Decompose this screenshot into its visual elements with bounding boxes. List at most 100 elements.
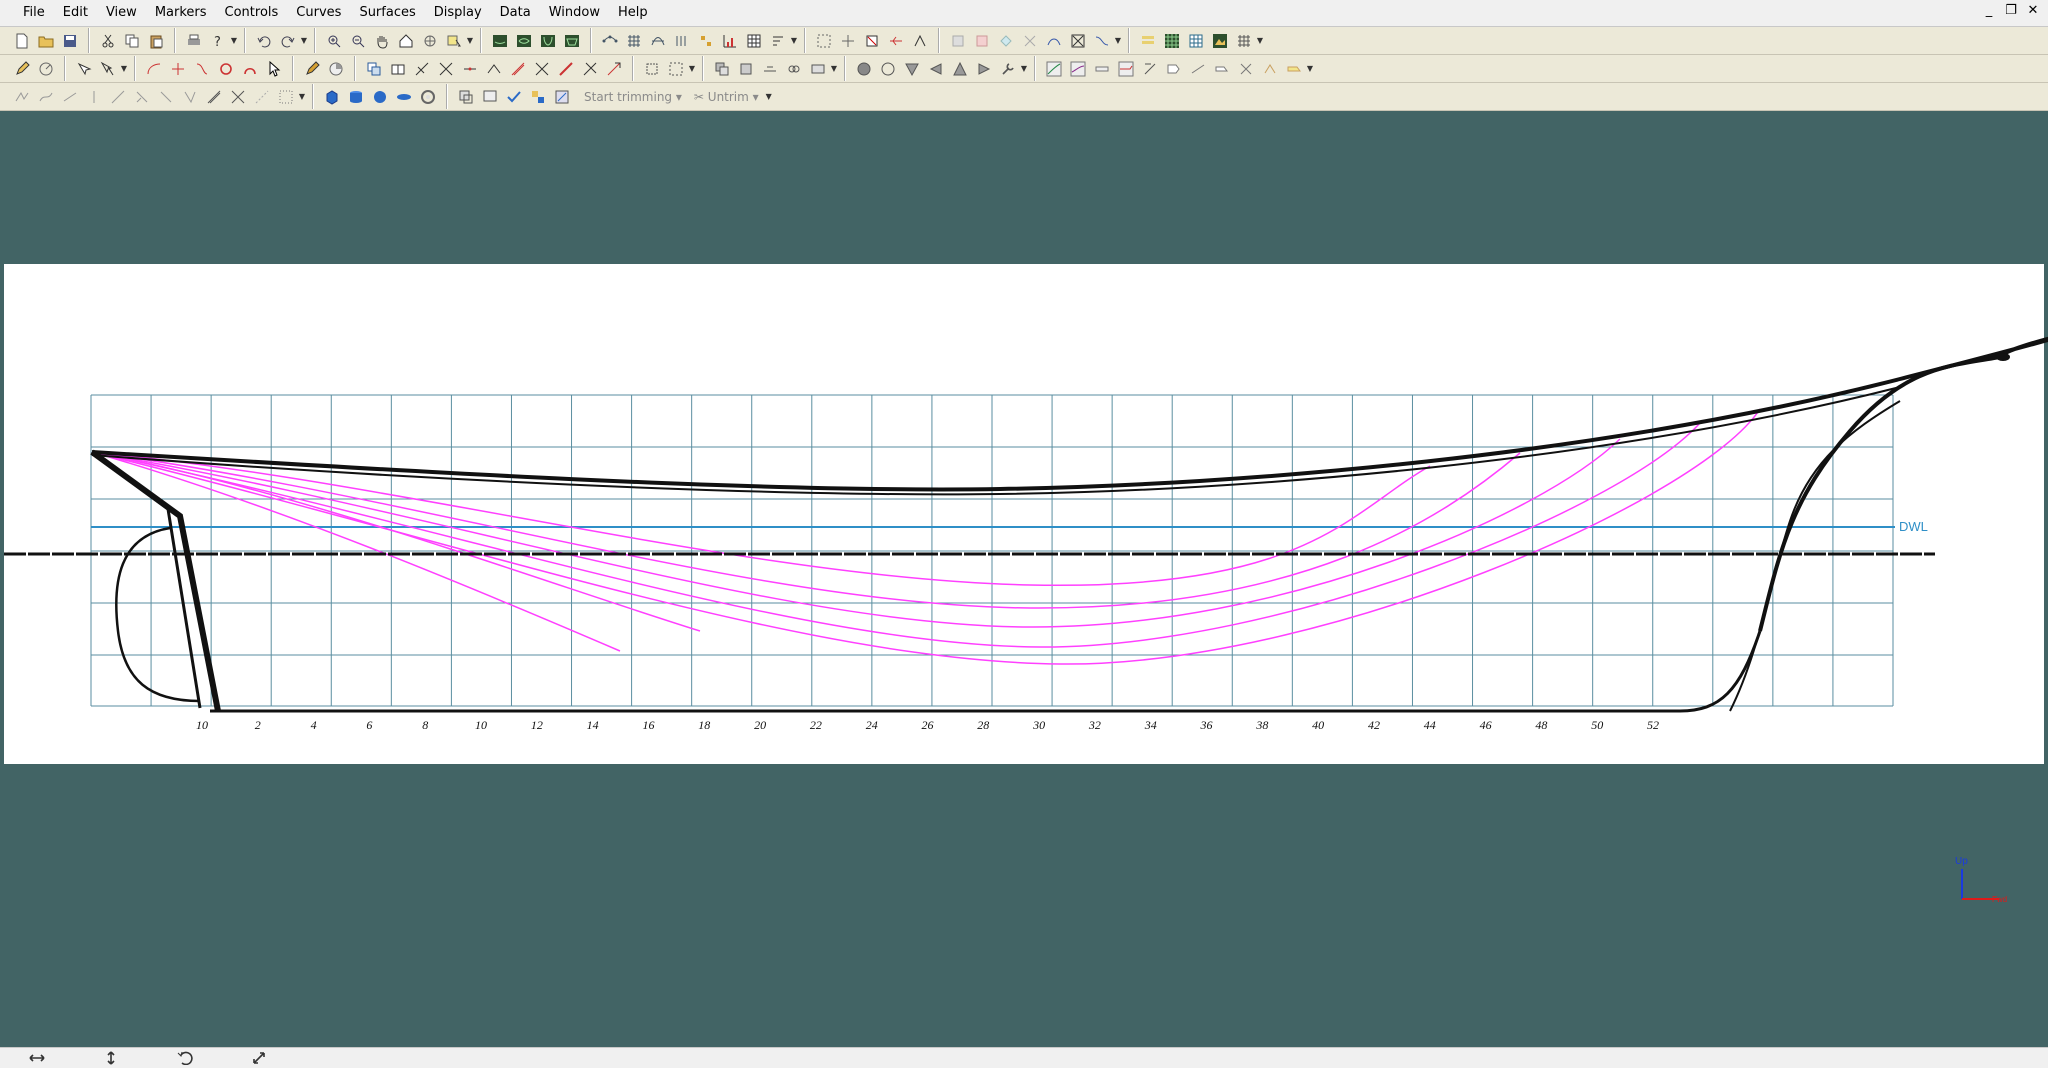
menu-window[interactable]: Window	[540, 2, 609, 24]
check-icon[interactable]	[504, 87, 524, 107]
pie-icon[interactable]	[326, 59, 346, 79]
duplicate-icon[interactable]	[364, 59, 384, 79]
bend-control-icon[interactable]	[910, 31, 930, 51]
hull-tool-9-icon[interactable]	[1236, 59, 1256, 79]
offset-icon[interactable]	[508, 59, 528, 79]
ball-icon[interactable]	[370, 87, 390, 107]
zoom-in-icon[interactable]	[324, 31, 344, 51]
scale-icon[interactable]	[666, 59, 686, 79]
arc-icon[interactable]	[240, 59, 260, 79]
perspective-view-icon[interactable]	[562, 31, 582, 51]
hull-tool-2-icon[interactable]	[1068, 59, 1088, 79]
mirror-icon[interactable]	[388, 59, 408, 79]
line-tool-10-icon[interactable]	[228, 87, 248, 107]
reverse-icon[interactable]	[604, 59, 624, 79]
menu-data[interactable]: Data	[491, 2, 540, 24]
curve-tool-3-icon[interactable]	[192, 59, 212, 79]
select-arrow-icon[interactable]	[74, 59, 94, 79]
sphere-icon[interactable]	[854, 59, 874, 79]
rotate-icon[interactable]	[170, 1049, 200, 1067]
menu-edit[interactable]: Edit	[54, 2, 97, 24]
show-curves-icon[interactable]	[648, 31, 668, 51]
trim-tool-3-icon[interactable]	[528, 87, 548, 107]
draw-pen-icon[interactable]	[302, 59, 322, 79]
body-view-icon[interactable]	[538, 31, 558, 51]
cylinder-icon[interactable]	[346, 87, 366, 107]
table-icon[interactable]	[744, 31, 764, 51]
display-dropdown-icon[interactable]: ▼	[790, 31, 798, 51]
save-icon[interactable]	[60, 31, 80, 51]
zoom-diagonal-icon[interactable]	[244, 1049, 274, 1067]
layers-icon[interactable]	[1138, 31, 1158, 51]
trim-dropdown-icon[interactable]: ▼	[765, 87, 773, 107]
surface-tool-2-icon[interactable]	[736, 59, 756, 79]
cut-icon[interactable]	[98, 31, 118, 51]
circle-icon[interactable]	[216, 59, 236, 79]
help-icon[interactable]: ?	[208, 31, 228, 51]
redo-dropdown-icon[interactable]: ▼	[300, 31, 308, 51]
hull-tool-8-icon[interactable]	[1212, 59, 1232, 79]
surface-tool-3-icon[interactable]	[760, 59, 780, 79]
join-icon[interactable]	[484, 59, 504, 79]
knuckle-icon[interactable]	[1068, 31, 1088, 51]
project-icon[interactable]	[580, 59, 600, 79]
line-dropdown-icon[interactable]: ▼	[298, 87, 306, 107]
menu-surfaces[interactable]: Surfaces	[350, 2, 424, 24]
menu-help[interactable]: Help	[609, 2, 657, 24]
triangle-right-icon[interactable]	[974, 59, 994, 79]
menu-curves[interactable]: Curves	[287, 2, 350, 24]
line-tool-12-icon[interactable]	[276, 87, 296, 107]
plan-view-icon[interactable]	[514, 31, 534, 51]
menu-controls[interactable]: Controls	[216, 2, 288, 24]
show-markers-icon[interactable]	[696, 31, 716, 51]
select-controls-icon[interactable]	[814, 31, 834, 51]
background-image-icon[interactable]	[1210, 31, 1230, 51]
paste-icon[interactable]	[146, 31, 166, 51]
disc-icon[interactable]	[394, 87, 414, 107]
intersect-icon[interactable]	[532, 59, 552, 79]
hull-tool-5-icon[interactable]	[1140, 59, 1160, 79]
restore-button[interactable]: ❐	[2004, 3, 2018, 18]
hull-tool-3-icon[interactable]	[1092, 59, 1112, 79]
transform-dropdown-icon[interactable]: ▼	[688, 59, 696, 79]
hull-tool-1-icon[interactable]	[1044, 59, 1064, 79]
wrench-icon[interactable]	[998, 59, 1018, 79]
curve-tool-2-icon[interactable]	[168, 59, 188, 79]
trim-tool-4-icon[interactable]	[552, 87, 572, 107]
shapes-dropdown-icon[interactable]: ▼	[1020, 59, 1028, 79]
select-multiple-icon[interactable]	[98, 59, 118, 79]
view-dropdown-icon[interactable]: ▼	[466, 31, 474, 51]
print-icon[interactable]	[184, 31, 204, 51]
torus-icon[interactable]	[418, 87, 438, 107]
smooth-icon[interactable]	[1044, 31, 1064, 51]
trim-tool-2-icon[interactable]	[480, 87, 500, 107]
split-curve-icon[interactable]	[460, 59, 480, 79]
redo-icon[interactable]	[278, 31, 298, 51]
cube-icon[interactable]	[322, 87, 342, 107]
crease-icon[interactable]	[1092, 31, 1112, 51]
hull-dropdown-icon[interactable]: ▼	[1306, 59, 1314, 79]
help-dropdown-icon[interactable]: ▼	[230, 31, 238, 51]
delete-control-icon[interactable]	[862, 31, 882, 51]
profile-view-icon[interactable]	[490, 31, 510, 51]
line-tool-9-icon[interactable]	[204, 87, 224, 107]
copy-icon[interactable]	[122, 31, 142, 51]
pencil-icon[interactable]	[12, 59, 32, 79]
ring-icon[interactable]	[878, 59, 898, 79]
pyramid-icon[interactable]	[950, 59, 970, 79]
surface-tool-4-icon[interactable]	[784, 59, 804, 79]
select-visible-icon[interactable]	[444, 31, 464, 51]
menu-display[interactable]: Display	[425, 2, 491, 24]
grid-icon[interactable]	[1234, 31, 1254, 51]
menu-markers[interactable]: Markers	[146, 2, 216, 24]
home-icon[interactable]	[396, 31, 416, 51]
insert-row-icon[interactable]	[886, 31, 906, 51]
pan-hand-icon[interactable]	[372, 31, 392, 51]
surface-dropdown-icon[interactable]: ▼	[830, 59, 838, 79]
trim-tool-1-icon[interactable]	[456, 87, 476, 107]
trim-icon[interactable]	[436, 59, 456, 79]
grid-dropdown-icon[interactable]: ▼	[1256, 31, 1264, 51]
extend-icon[interactable]	[412, 59, 432, 79]
controls-dropdown-icon[interactable]: ▼	[1114, 31, 1122, 51]
pan-horizontal-icon[interactable]	[22, 1049, 52, 1067]
